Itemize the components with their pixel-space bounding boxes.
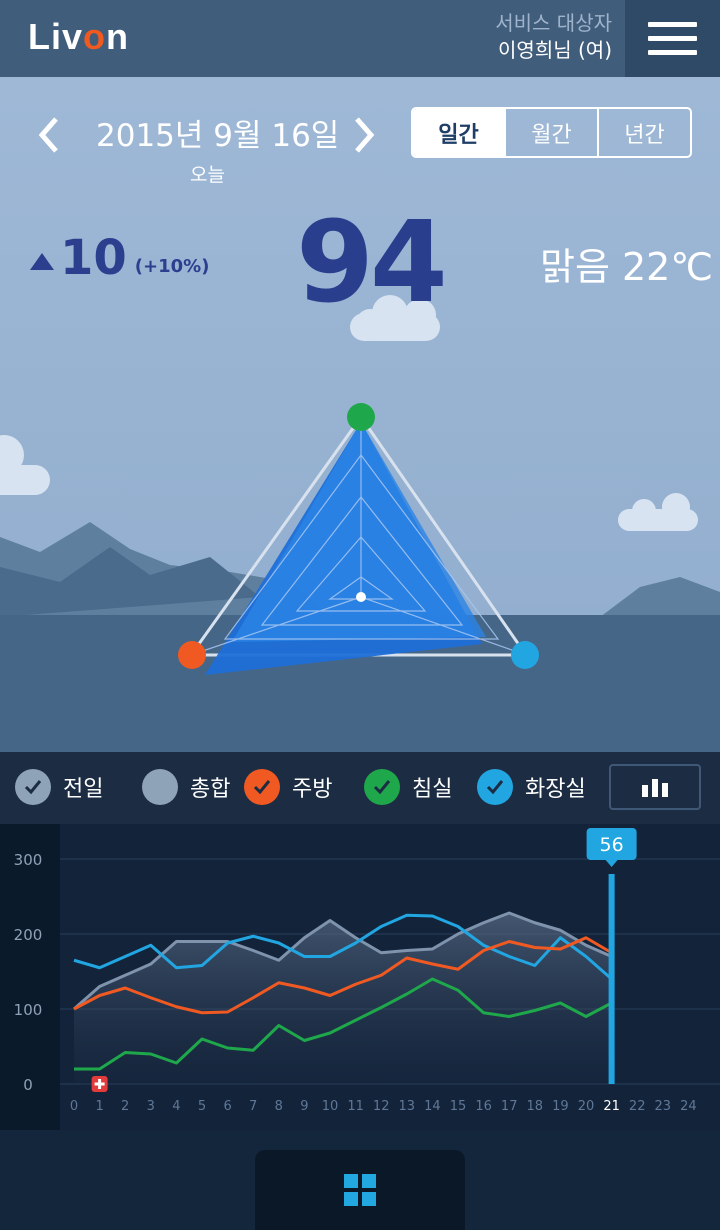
legend-label: 전일 <box>63 777 104 802</box>
legend-label: 주방 <box>292 777 333 802</box>
legend-prev-day[interactable]: 전일 <box>15 767 103 807</box>
check-icon <box>364 769 400 805</box>
radar-point-bedroom <box>347 403 375 431</box>
legend-bedroom[interactable]: 침실 <box>364 767 452 807</box>
x-tick-label: 15 <box>450 1099 467 1114</box>
bar-chart-icon[interactable] <box>609 764 701 810</box>
selected-value: 56 <box>600 834 624 856</box>
scene-illustration <box>0 295 720 752</box>
bubble-pointer <box>605 860 618 867</box>
activity-line-chart[interactable]: 01002003000 1 2 3 4 5 6 7 8 9 10 11 12 13 14 15 16 17 18 19… <box>0 824 720 1130</box>
hamburger-menu-icon[interactable] <box>625 0 720 77</box>
x-tick-label: 22 <box>629 1099 646 1114</box>
check-icon <box>477 769 513 805</box>
x-tick-label: 16 <box>475 1099 492 1114</box>
weather-scene <box>0 77 720 752</box>
x-tick-label: 17 <box>501 1099 518 1114</box>
tab-yearly[interactable]: 년간 <box>597 109 690 156</box>
delta-percent: (+10%) <box>134 255 210 277</box>
score-delta: 10 (+10%) <box>30 230 209 286</box>
circle-icon <box>142 769 178 805</box>
x-tick-label: 21 <box>603 1099 620 1114</box>
user-info: 서비스 대상자 이영희님 (여) <box>495 10 612 64</box>
legend-kitchen[interactable]: 주방 <box>244 767 332 807</box>
x-tick-label: 13 <box>399 1099 416 1114</box>
y-tick-label: 300 <box>14 851 43 869</box>
delta-value: 10 <box>60 230 127 286</box>
x-tick-label: 24 <box>680 1099 697 1114</box>
x-tick-label: 5 <box>198 1099 206 1114</box>
today-label: 오늘 <box>190 164 225 186</box>
radar-point-kitchen <box>178 641 206 669</box>
x-tick-label: 18 <box>527 1099 544 1114</box>
user-name: 이영희님 (여) <box>498 38 612 62</box>
x-tick-label: 20 <box>578 1099 595 1114</box>
user-role: 서비스 대상자 <box>495 11 612 35</box>
y-tick-label: 100 <box>14 1001 43 1019</box>
legend-bathroom[interactable]: 화장실 <box>477 767 586 807</box>
y-tick-label: 0 <box>23 1076 33 1094</box>
legend-label: 총합 <box>190 777 231 802</box>
selection-line <box>608 874 615 1084</box>
chevron-right-icon[interactable] <box>345 115 385 155</box>
x-tick-label: 8 <box>275 1099 283 1114</box>
x-tick-label: 19 <box>552 1099 569 1114</box>
tab-monthly[interactable]: 월간 <box>504 109 597 156</box>
x-tick-label: 7 <box>249 1099 257 1114</box>
arrow-up-icon <box>30 252 54 270</box>
y-tick-label: 200 <box>14 926 43 944</box>
check-icon <box>15 769 51 805</box>
x-tick-label: 11 <box>347 1099 364 1114</box>
period-tabs: 일간 월간 년간 <box>411 107 692 158</box>
x-tick-label: 9 <box>300 1099 308 1114</box>
x-tick-label: 23 <box>655 1099 672 1114</box>
cross-bar <box>94 1082 105 1086</box>
x-tick-label: 14 <box>424 1099 441 1114</box>
check-icon <box>244 769 280 805</box>
tab-daily[interactable]: 일간 <box>413 109 504 156</box>
x-tick-label: 2 <box>121 1099 129 1114</box>
x-tick-label: 1 <box>95 1099 103 1114</box>
x-tick-label: 10 <box>322 1099 339 1114</box>
legend-label: 침실 <box>412 777 453 802</box>
current-date: 2015년 9월 16일 <box>96 118 340 154</box>
x-tick-label: 6 <box>223 1099 231 1114</box>
radar-point-bathroom <box>511 641 539 669</box>
x-tick-label: 12 <box>373 1099 390 1114</box>
x-tick-label: 0 <box>70 1099 78 1114</box>
grid-icon[interactable] <box>255 1150 465 1230</box>
legend-label: 화장실 <box>525 777 586 802</box>
chevron-left-icon[interactable] <box>30 115 70 155</box>
daily-score: 94 <box>296 198 448 328</box>
x-tick-label: 4 <box>172 1099 180 1114</box>
legend-total[interactable]: 총합 <box>142 767 230 807</box>
weather-label: 맑음 22℃ <box>540 245 714 289</box>
livon-logo: Livon <box>28 16 130 57</box>
x-tick-label: 3 <box>147 1099 155 1114</box>
